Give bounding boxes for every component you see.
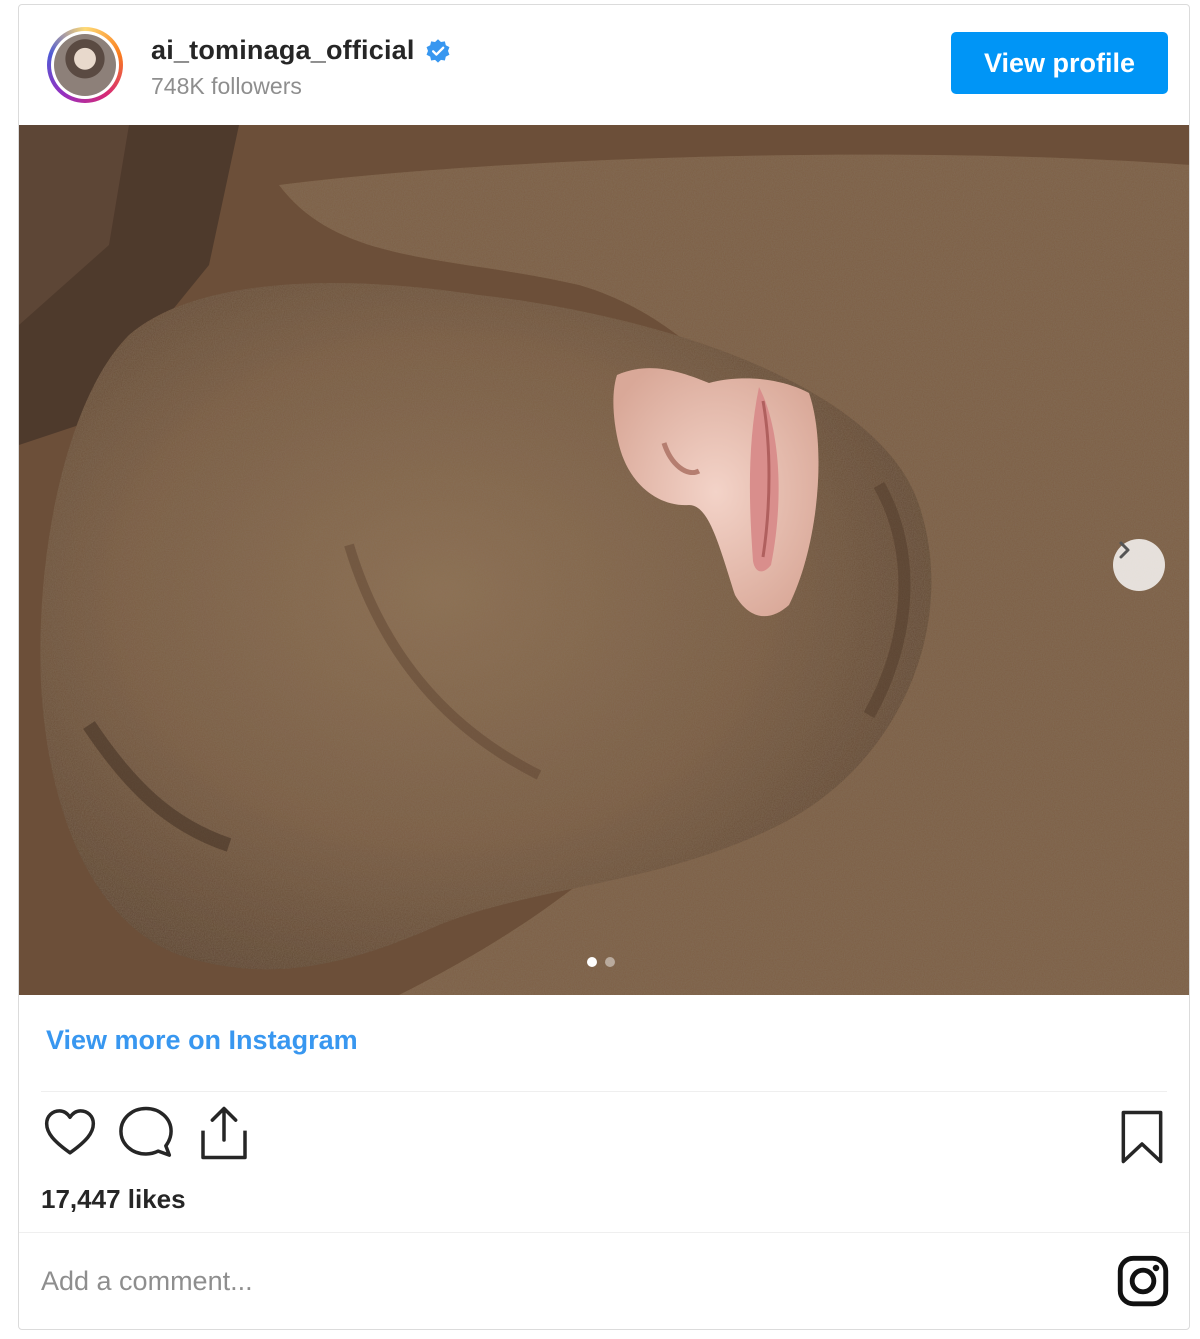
share-icon[interactable] bbox=[195, 1105, 253, 1161]
instagram-embed-card: ai_tominaga_official 748K followers View… bbox=[18, 4, 1190, 1330]
carousel-next-button[interactable] bbox=[1113, 539, 1165, 591]
sand-bath-photo bbox=[19, 125, 1189, 995]
comment-input[interactable] bbox=[41, 1255, 1101, 1307]
carousel-indicator bbox=[587, 957, 615, 967]
view-profile-button[interactable]: View profile bbox=[951, 32, 1168, 94]
username[interactable]: ai_tominaga_official bbox=[151, 35, 415, 66]
verified-badge-icon bbox=[426, 38, 450, 63]
avatar-photo bbox=[54, 34, 116, 96]
instagram-icon[interactable] bbox=[1117, 1255, 1169, 1307]
likes-count: 17,447 likes bbox=[41, 1184, 186, 1214]
avatar[interactable] bbox=[47, 27, 123, 103]
view-more-link[interactable]: View more on Instagram bbox=[46, 1025, 358, 1056]
username-row: ai_tominaga_official bbox=[151, 35, 451, 66]
post-header: ai_tominaga_official 748K followers View… bbox=[19, 5, 1189, 125]
followers-count: 748K followers bbox=[151, 73, 302, 99]
carousel-dot-active bbox=[587, 957, 597, 967]
bookmark-icon[interactable] bbox=[1117, 1109, 1167, 1165]
carousel-dot bbox=[605, 957, 615, 967]
post-image[interactable] bbox=[19, 125, 1189, 995]
heart-icon[interactable] bbox=[41, 1105, 99, 1161]
comment-icon[interactable] bbox=[117, 1105, 175, 1161]
divider bbox=[41, 1091, 1167, 1092]
divider bbox=[19, 1232, 1189, 1233]
chevron-right-icon bbox=[1119, 541, 1130, 559]
